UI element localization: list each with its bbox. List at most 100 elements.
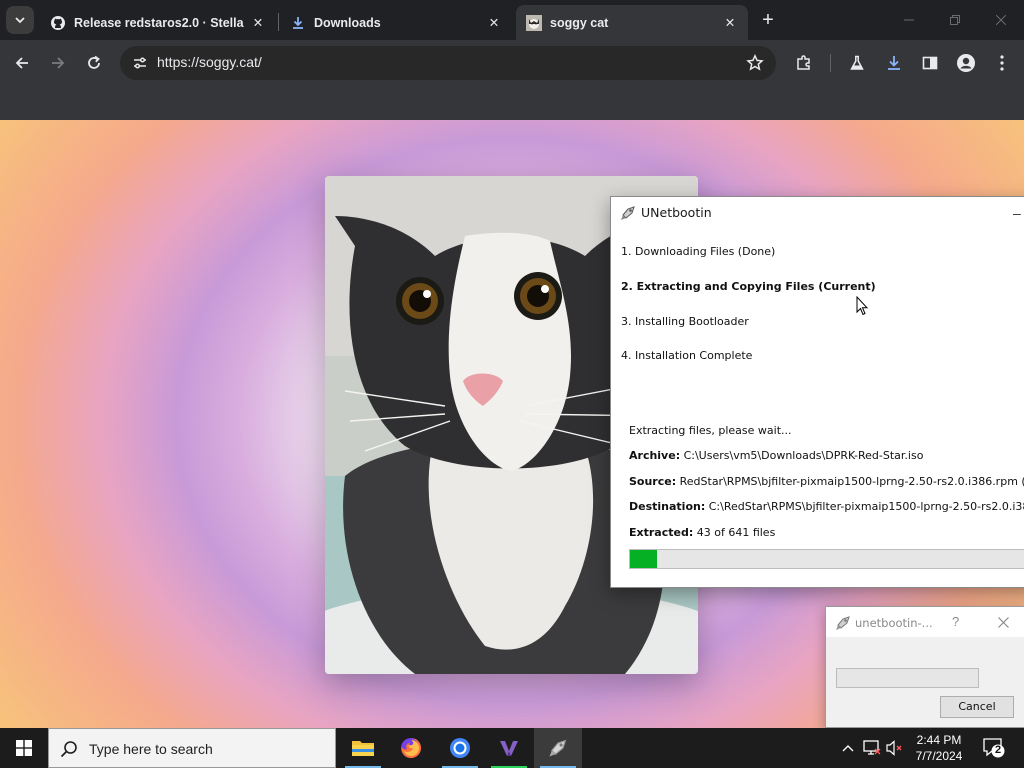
url-text: https://soggy.cat/ [157,54,262,70]
new-tab-button[interactable]: + [756,9,780,33]
extensions-button[interactable] [789,48,819,78]
unetbootin-icon [549,739,567,757]
cat-favicon [526,14,542,31]
destination-value: C:\RedStar\RPMS\bjfilter-pixmaip1500-lpr… [708,500,1024,513]
close-icon [996,15,1006,25]
destination-info: Destination: C:\RedStar\RPMS\bjfilter-pi… [629,500,1024,513]
unetbootin-rocket-icon [621,206,635,220]
file-explorer-icon [352,741,374,756]
small-dialog-titlebar[interactable]: unetbootin-... ? [826,607,1024,637]
extracted-value: 43 of 641 files [696,526,776,539]
tab-downloads[interactable]: Downloads ✕ [280,5,512,40]
source-info: Source: RedStar\RPMS\bjfilter-pixmaip150… [629,475,1024,488]
unetbootin-small-dialog: unetbootin-... ? Cancel [825,606,1024,728]
bookmark-bar [0,86,1024,120]
chevron-down-icon [15,17,25,24]
small-progress-bar [836,668,979,688]
labs-button[interactable] [842,48,872,78]
flask-icon [850,55,864,70]
archive-label: Archive: [629,449,681,462]
taskbar-clock[interactable]: 2:44 PM 7/7/2024 [900,732,978,764]
restore-button[interactable] [932,0,978,40]
small-dialog-title: unetbootin-... [855,616,933,630]
downloads-button[interactable] [879,48,909,78]
close-icon[interactable]: ✕ [250,15,266,31]
notification-center-button[interactable]: 2 [980,736,1010,760]
taskbar-search-box[interactable]: Type here to search [48,728,336,768]
unetbootin-rocket-icon [836,616,850,630]
network-icon[interactable] [862,738,882,758]
start-button[interactable] [0,728,48,768]
unetbootin-titlebar[interactable]: UNetbootin – [611,197,1024,228]
tab-github-release[interactable]: Release redstaros2.0 · StellaLou ✕ [40,5,276,40]
tab-search-button[interactable] [6,6,34,34]
profile-avatar-icon [957,54,975,72]
toolbar-divider [830,54,831,72]
menu-button[interactable] [987,48,1017,78]
firefox-icon [401,738,421,758]
mouse-cursor-icon [856,296,868,316]
visual-studio-icon [500,741,518,756]
tab-title: Downloads [314,15,381,30]
archive-info: Archive: C:\Users\vm5\Downloads\DPRK-Red… [629,449,923,462]
search-placeholder: Type here to search [89,741,213,757]
tab-title: Release redstaros2.0 · StellaLou [74,15,244,30]
kebab-menu-icon [1000,55,1004,71]
help-button[interactable]: ? [952,614,959,629]
taskbar-visual-studio[interactable] [485,728,533,768]
restore-icon [950,15,960,25]
taskbar-file-explorer[interactable] [339,728,387,768]
extracted-label: Extracted: [629,526,694,539]
minimize-button[interactable] [886,0,932,40]
download-icon [888,56,900,70]
minimize-icon [904,19,914,21]
step-1: 1. Downloading Files (Done) [621,245,776,258]
forward-arrow-icon [52,57,65,69]
window-title: UNetbootin [641,205,712,220]
windows-taskbar: Type here to search 2:44 PM 7/7/2024 2 [0,728,1024,768]
cancel-button[interactable]: Cancel [940,696,1014,718]
back-arrow-icon [15,57,28,69]
side-panel-button[interactable] [915,48,945,78]
step-3: 3. Installing Bootloader [621,315,749,328]
search-icon [60,741,77,758]
taskbar-chrome[interactable] [436,728,484,768]
close-icon [997,616,1009,628]
step-4: 4. Installation Complete [621,349,753,362]
download-icon [290,15,306,31]
archive-value: C:\Users\vm5\Downloads\DPRK-Red-Star.iso [683,449,924,462]
unetbootin-window: UNetbootin – 1. Downloading Files (Done)… [610,196,1024,588]
address-bar[interactable]: https://soggy.cat/ [120,46,776,80]
progress-fill [630,550,658,568]
forward-button[interactable] [43,48,73,78]
source-label: Source: [629,475,677,488]
taskbar-firefox[interactable] [387,728,435,768]
reload-icon [88,55,100,69]
bookmark-star-icon[interactable] [744,52,766,74]
minimize-button[interactable]: – [1013,205,1024,221]
close-icon[interactable]: ✕ [486,15,502,31]
tab-soggy-cat[interactable]: soggy cat ✕ [516,5,748,40]
destination-label: Destination: [629,500,706,513]
step-2: 2. Extracting and Copying Files (Current… [621,280,876,293]
taskbar-unetbootin[interactable] [534,728,582,768]
clock-date: 7/7/2024 [915,749,963,763]
close-button[interactable] [994,613,1012,631]
profile-button[interactable] [951,48,981,78]
site-settings-icon[interactable] [128,51,152,75]
puzzle-icon [797,55,810,70]
tab-title: soggy cat [550,15,609,30]
notification-count: 2 [994,744,1002,756]
side-panel-icon [922,56,938,70]
clock-time: 2:44 PM [916,733,962,747]
status-text: Extracting files, please wait... [629,424,792,437]
source-value: RedStar\RPMS\bjfilter-pixmaip1500-lprng-… [679,475,1024,488]
window-close-button[interactable] [978,0,1024,40]
chrome-icon [450,738,470,758]
tray-overflow-chevron-up-icon[interactable] [838,738,858,758]
github-icon [50,15,66,31]
tab-strip: Release redstaros2.0 · StellaLou ✕ Downl… [0,0,1024,40]
reload-button[interactable] [79,48,109,78]
back-button[interactable] [7,48,37,78]
close-icon[interactable]: ✕ [722,15,738,31]
